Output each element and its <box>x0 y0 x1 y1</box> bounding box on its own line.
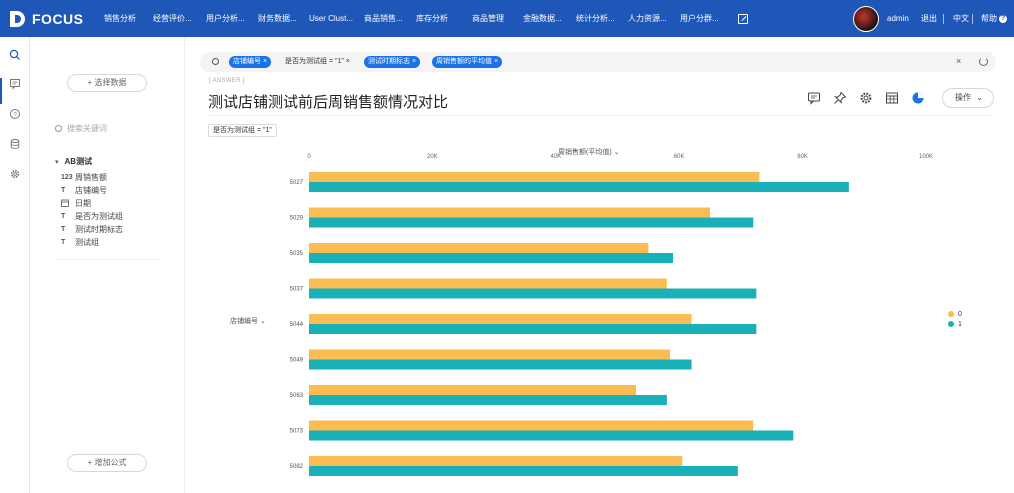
bar-series-1-5044[interactable] <box>309 324 757 334</box>
bar-series-0-5029[interactable] <box>309 207 711 218</box>
bar-series-0-5073[interactable] <box>309 420 754 431</box>
bar-series-1-5027[interactable] <box>309 182 849 192</box>
bar-series-1-5029[interactable] <box>309 217 754 228</box>
x-tick-label: 80K <box>797 154 808 160</box>
bar-series-0-5049[interactable] <box>309 349 670 360</box>
bar-chart: 0 20K 40K 60K 80K 100K 5027 5029 5035 5037 5044 504… <box>290 154 933 476</box>
y-tick-label: 5037 <box>290 287 304 293</box>
x-tick-label: 60K <box>674 154 685 160</box>
bar-series-0-5082[interactable] <box>309 456 683 466</box>
bar-series-1-5082[interactable] <box>309 466 738 476</box>
y-tick-label: 5049 <box>290 358 304 364</box>
legend-swatch <box>948 311 954 317</box>
bar-series-0-5044[interactable] <box>309 314 692 324</box>
x-tick-label: 20K <box>427 154 438 160</box>
y-tick-label: 5063 <box>290 393 304 399</box>
y-tick-label: 5027 <box>290 180 304 186</box>
bar-series-1-5073[interactable] <box>309 430 794 441</box>
legend-label: 0 <box>958 310 962 318</box>
y-tick-label: 5029 <box>290 216 304 222</box>
legend-label: 1 <box>958 320 962 328</box>
x-tick-label: 40K <box>550 154 561 160</box>
legend-swatch <box>948 321 954 327</box>
bar-series-1-5035[interactable] <box>309 253 674 263</box>
y-tick-label: 5073 <box>290 429 304 435</box>
bar-series-0-5035[interactable] <box>309 243 649 253</box>
y-tick-label: 5082 <box>290 464 304 470</box>
legend-item-0[interactable]: 0 <box>948 309 962 319</box>
chart-legend: 0 1 <box>948 309 962 329</box>
x-tick-label: 0 <box>307 154 311 160</box>
bar-series-0-5063[interactable] <box>309 385 637 395</box>
x-tick-label: 100K <box>919 154 933 160</box>
legend-item-1[interactable]: 1 <box>948 319 962 329</box>
bar-series-1-5063[interactable] <box>309 395 667 405</box>
y-tick-label: 5044 <box>290 322 304 328</box>
y-tick-label: 5035 <box>290 251 304 257</box>
bar-series-0-5027[interactable] <box>309 172 760 182</box>
bar-series-0-5037[interactable] <box>309 278 667 289</box>
bar-series-1-5049[interactable] <box>309 359 692 370</box>
bar-series-1-5037[interactable] <box>309 288 757 299</box>
